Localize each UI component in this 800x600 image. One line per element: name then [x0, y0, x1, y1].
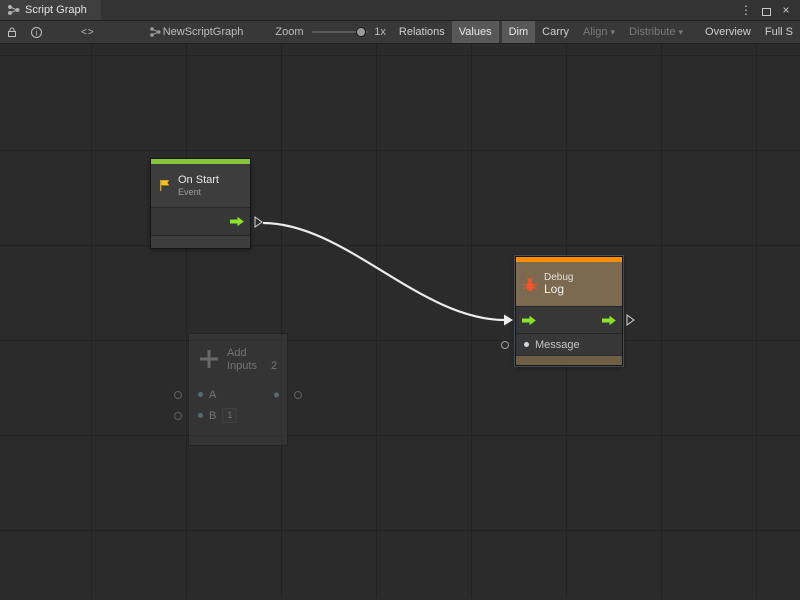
message-input-port[interactable]	[501, 341, 509, 349]
graph-toolbar: i <> NewScriptGraph Zoom 1x Relations Va…	[0, 21, 800, 44]
info-icon[interactable]: i	[24, 21, 49, 43]
message-port-dot[interactable]	[524, 342, 529, 347]
svg-text:i: i	[36, 28, 38, 37]
message-port-label: Message	[535, 339, 580, 351]
lock-icon[interactable]	[0, 21, 24, 43]
debug-log-footer	[516, 355, 622, 365]
flag-icon	[157, 178, 172, 193]
add-input-count[interactable]: 2	[271, 360, 277, 372]
carry-button[interactable]: Carry	[535, 21, 576, 43]
debug-log-header: Debug Log	[516, 262, 622, 306]
on-start-subtitle: Event	[178, 187, 219, 198]
dim-button[interactable]: Dim	[502, 21, 536, 43]
debug-trigger-output-port[interactable]	[626, 314, 635, 326]
zoom-slider-handle[interactable]	[356, 27, 366, 37]
flow-arrow-icon[interactable]	[229, 216, 245, 227]
values-button[interactable]: Values	[452, 21, 499, 43]
align-label: Align	[583, 26, 607, 38]
align-button[interactable]: Align ▾	[576, 21, 622, 43]
graph-canvas[interactable]: On Start Event	[0, 44, 800, 598]
port-a-input-port[interactable]	[174, 391, 182, 399]
distribute-label: Distribute	[629, 26, 675, 38]
script-graph-icon	[7, 4, 20, 16]
bug-icon	[522, 276, 538, 293]
window-menu-button[interactable]: ⋮	[738, 2, 754, 18]
port-b-label: B	[209, 410, 216, 422]
add-output-port[interactable]	[294, 391, 302, 399]
graph-name[interactable]: NewScriptGraph	[163, 21, 244, 43]
add-output-dot[interactable]	[274, 392, 279, 397]
distribute-button[interactable]: Distribute ▾	[622, 21, 690, 43]
window-close-button[interactable]: ×	[778, 2, 794, 18]
chevron-down-icon: ▾	[679, 27, 684, 38]
chevron-down-icon: ▾	[611, 27, 616, 38]
maximize-icon	[761, 7, 772, 17]
window-controls: ⋮ ×	[738, 0, 800, 20]
overview-button[interactable]: Overview	[698, 21, 758, 43]
wire-arrowhead-icon	[504, 315, 513, 326]
plus-icon	[198, 348, 220, 370]
flow-arrow-out-icon[interactable]	[601, 315, 617, 326]
tab-script-graph[interactable]: Script Graph	[0, 0, 101, 20]
on-start-header: On Start Event	[151, 164, 250, 207]
window-maximize-button[interactable]	[758, 4, 774, 17]
node-debug-log[interactable]: Debug Log Message	[515, 256, 623, 366]
add-title-line1: Add	[227, 347, 277, 359]
add-title-line2: Inputs	[227, 360, 257, 372]
port-a-dot[interactable]	[198, 392, 203, 397]
trigger-output-port[interactable]	[254, 216, 263, 228]
on-start-footer	[151, 235, 250, 248]
wire-layer	[0, 44, 800, 598]
code-icon[interactable]: <>	[75, 21, 101, 43]
port-b-input-port[interactable]	[174, 412, 182, 420]
flow-arrow-in-icon[interactable]	[521, 315, 537, 326]
port-b-value-field[interactable]: 1	[222, 408, 237, 423]
connection-wire[interactable]	[263, 223, 505, 320]
graph-asset-icon	[143, 21, 163, 43]
debug-trigger-row	[516, 306, 622, 333]
fullscreen-button[interactable]: Full S	[758, 21, 800, 43]
add-port-a-row: A	[189, 384, 287, 405]
node-on-start[interactable]: On Start Event	[150, 158, 251, 249]
zoom-slider[interactable]	[312, 26, 369, 38]
on-start-title: On Start	[178, 174, 219, 187]
titlebar: Script Graph ⋮ ×	[0, 0, 800, 21]
zoom-label: Zoom	[275, 21, 303, 43]
zoom-value: 1x	[374, 21, 386, 43]
relations-button[interactable]: Relations	[392, 21, 452, 43]
port-b-dot[interactable]	[198, 413, 203, 418]
add-header: Add Inputs 2	[189, 334, 287, 384]
add-port-b-row: B 1	[189, 405, 287, 426]
debug-message-row: Message	[516, 333, 622, 355]
port-a-label: A	[209, 389, 216, 401]
node-add[interactable]: Add Inputs 2 A B 1	[188, 333, 288, 446]
on-start-trigger-row	[151, 207, 250, 235]
tab-title: Script Graph	[25, 4, 87, 16]
debug-log-title: Log	[544, 283, 573, 296]
